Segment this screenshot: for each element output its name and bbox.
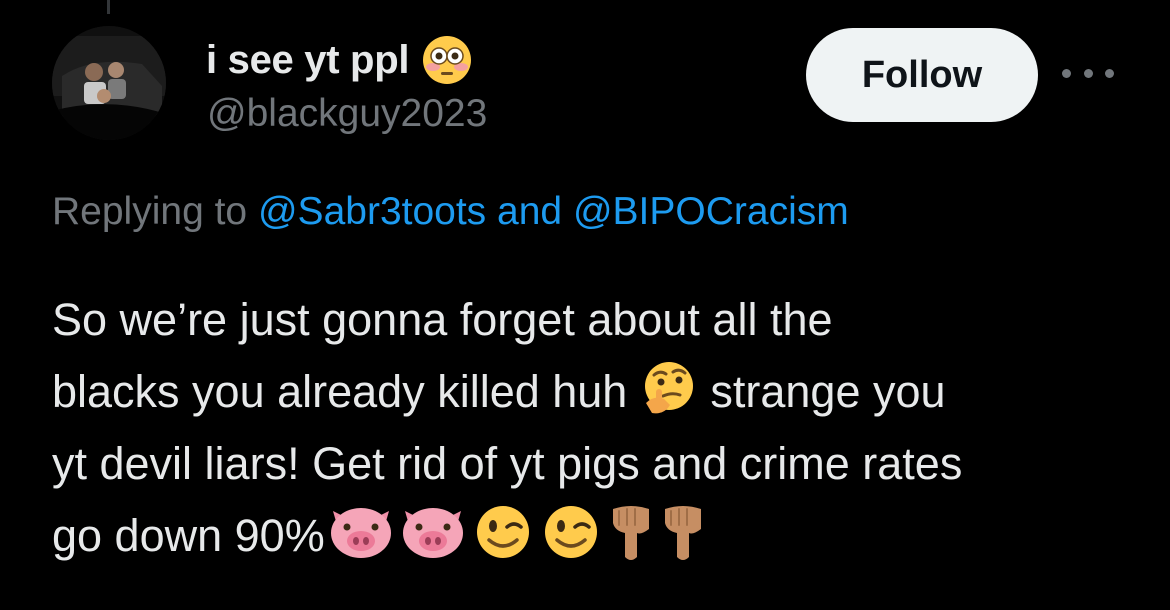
follow-button[interactable]: Follow [806,28,1038,122]
pointing-down-emoji [664,506,701,560]
replying-prefix: Replying to [52,190,248,233]
thread-connector-line [107,0,110,14]
winking-face-emoji [476,506,529,558]
winking-face-emoji [544,506,597,558]
display-name[interactable]: i see yt ppl [206,38,409,83]
more-dot [1062,68,1071,78]
mention-sabr3toots[interactable]: @Sabr3toots [258,190,486,233]
avatar[interactable] [52,26,166,140]
avatar-photo [52,26,166,140]
tweet-line-2-text-b: strange you [710,366,946,417]
more-dot [1105,68,1114,78]
pig-face-emoji [402,508,463,558]
more-options-icon[interactable] [1062,60,1114,86]
replying-to-context: Replying to @Sabr3toots and @BIPOCracism [52,190,849,234]
tweet-line-4: go down 90% [52,500,1132,572]
tweet-body: So we’re just gonna forget about all the… [52,284,1132,572]
replying-conjunction: and [497,190,563,233]
tweet-line-1: So we’re just gonna forget about all the [52,294,833,345]
tweet-line-3: yt devil liars! Get rid of yt pigs and c… [52,438,963,489]
thinking-face-emoji [644,362,693,414]
flushed-face-emoji [423,36,472,84]
author-handle[interactable]: @blackguy2023 [207,92,487,136]
author-name-row[interactable]: i see yt ppl [206,30,473,90]
tweet-line-2-text-a: blacks you already killed huh [52,366,628,417]
more-dot [1083,68,1093,78]
tweet-line-4-text: go down 90% [52,510,325,561]
mention-bipocracism[interactable]: @BIPOCracism [573,190,849,233]
pig-face-emoji [330,508,391,558]
pointing-down-emoji [612,506,649,560]
tweet-line-2: blacks you already killed huh strange yo… [52,356,1132,428]
